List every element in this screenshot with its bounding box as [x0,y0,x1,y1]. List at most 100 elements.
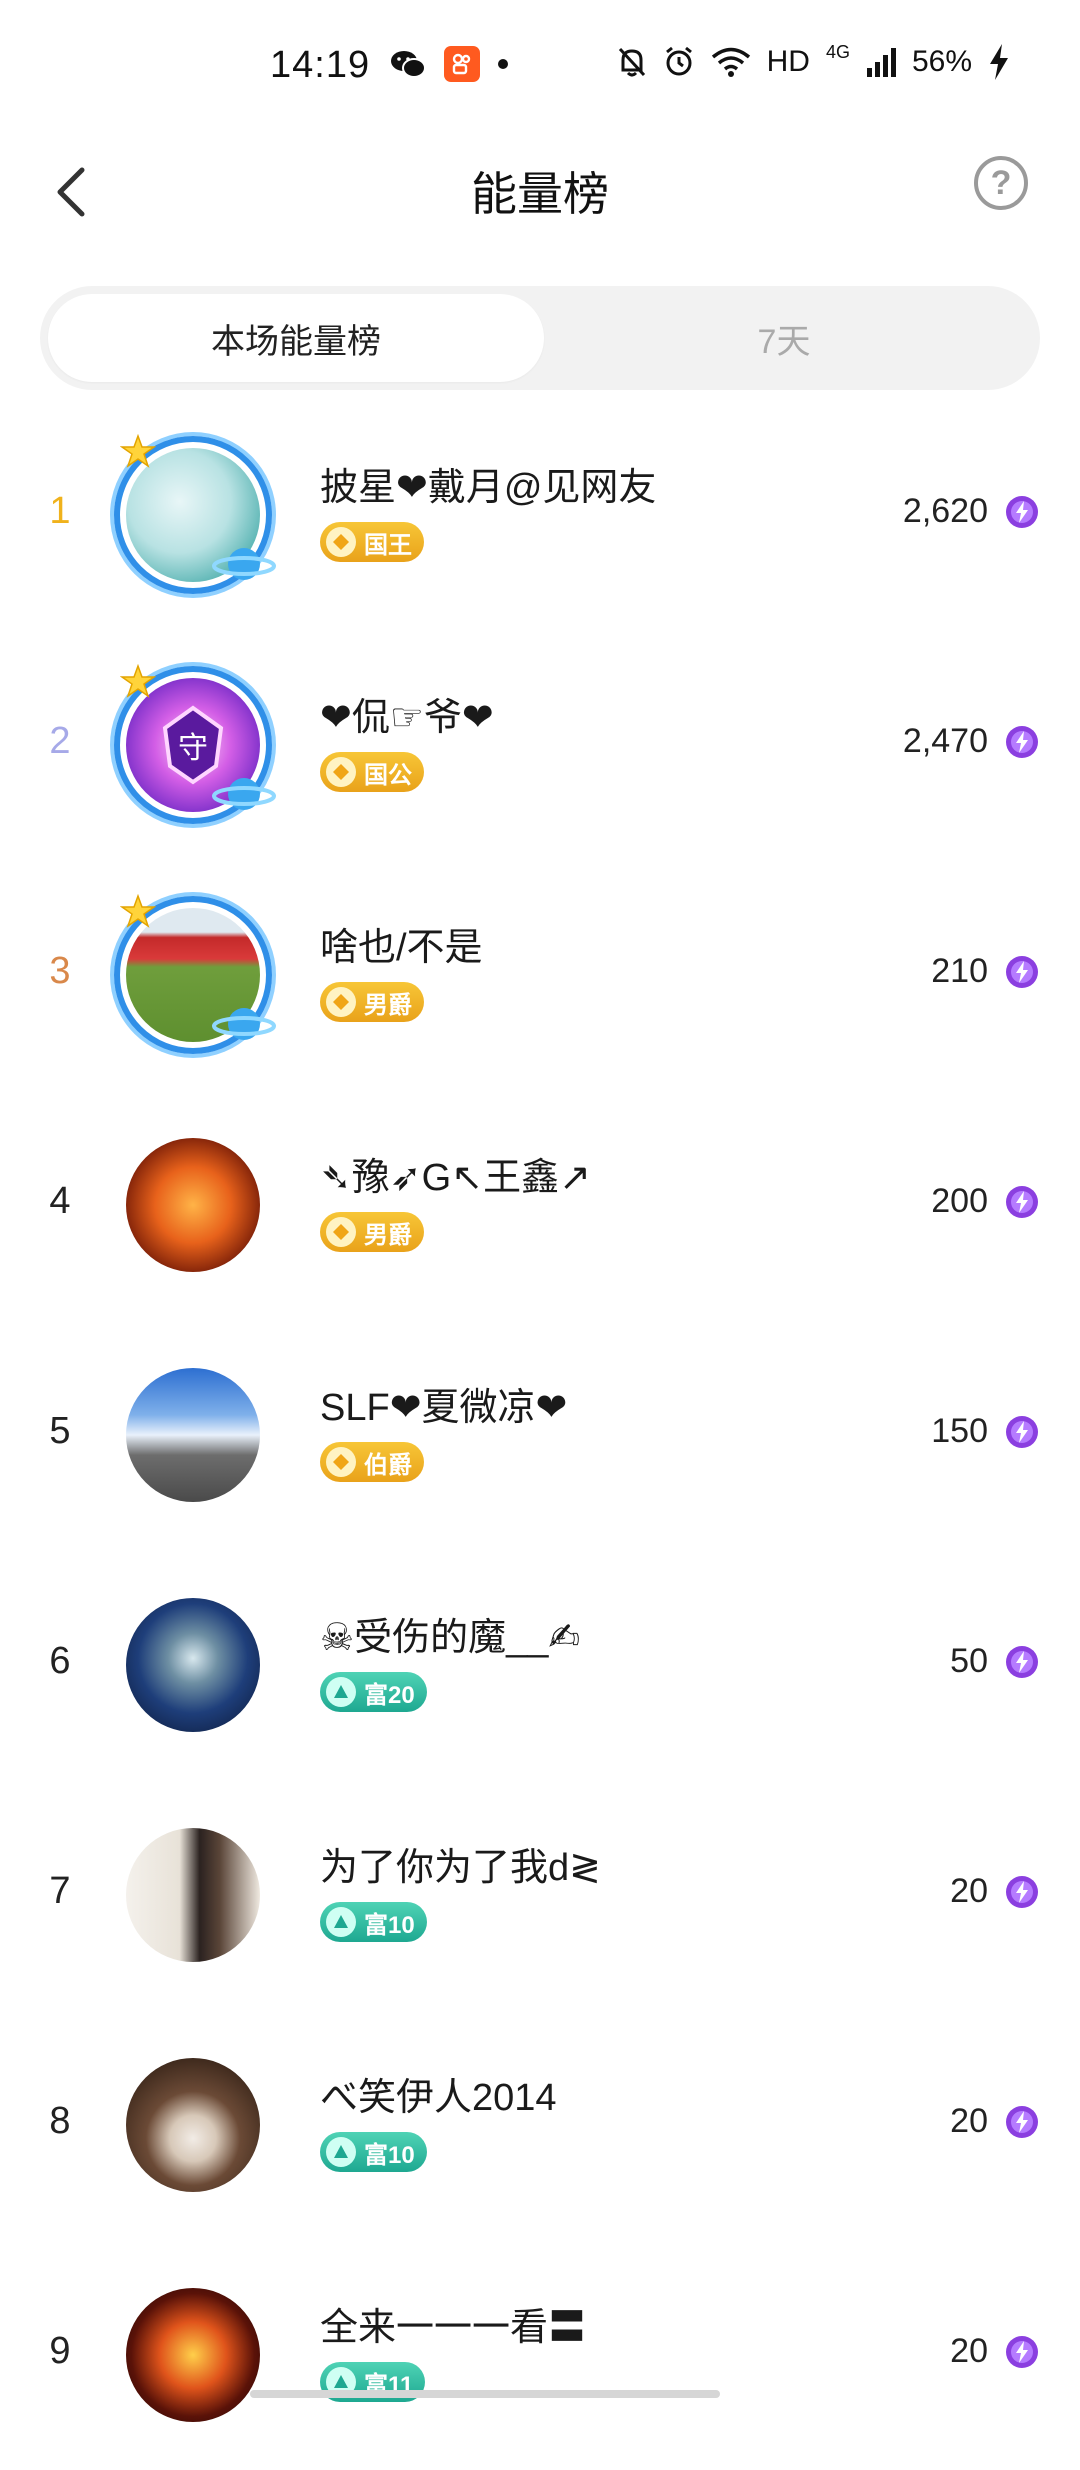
rank-number: 1 [49,490,71,532]
level-badge: 男爵 [320,982,424,1022]
badge-label: 伯爵 [364,1451,412,1479]
kuaishou-app-icon [444,46,480,82]
avatar[interactable] [108,1580,278,1750]
alarm-icon [665,46,692,76]
triangle-icon [326,1677,356,1707]
question-mark-icon: ? [990,163,1012,202]
badge-label: 国王 [364,531,412,559]
diamond-icon [326,987,356,1017]
avatar-image [126,2288,260,2422]
ranking-row[interactable]: 4 ➴豫➶G↖王鑫↗ 男爵 200 [0,1090,1080,1320]
username: ☠受伤的魔__✍ [320,1617,581,1659]
wifi-icon [711,47,750,77]
badge-label: 富10 [364,1911,415,1939]
username: べ笑伊人2014 [320,2077,557,2119]
tab-7-days[interactable]: 7天 [536,294,1032,382]
star-icon [120,894,156,928]
signal-icon [866,48,896,77]
username: 啥也/不是 [320,927,483,969]
charging-icon [990,44,1008,80]
badge-label: 富20 [364,1681,415,1709]
avatar-image [126,1138,260,1272]
star-icon [120,434,156,468]
star-icon [120,664,156,698]
avatar[interactable] [108,430,278,600]
energy-score: 50 [950,1642,988,1680]
energy-score: 210 [931,952,988,990]
username: SLF❤夏微凉❤ [320,1387,568,1429]
energy-icon [1006,496,1038,528]
ranking-row[interactable]: 8 べ笑伊人2014 富10 20 [0,2010,1080,2240]
badge-label: 国公 [364,761,412,789]
planet-icon [212,1008,276,1040]
wechat-icon [391,51,426,78]
wealth-badge: 富10 [320,1902,427,1942]
ranking-row[interactable]: 5 SLF❤夏微凉❤ 伯爵 150 [0,1320,1080,1550]
network-type: 4G [825,41,850,62]
ranking-row[interactable]: 1 披星❤戴月@见网友 国王 2,620 [0,400,1080,630]
energy-score: 2,470 [902,722,988,760]
level-badge: 国王 [320,522,424,562]
avatar-image [126,1828,260,1962]
ranking-tabs: 本场能量榜 7天 [40,286,1040,390]
avatar-image [126,2058,260,2192]
avatar[interactable]: 守 [108,660,278,830]
ranking-row[interactable]: 7 为了你为了我d≷ 富10 20 [0,1780,1080,2010]
diamond-icon [326,757,356,787]
avatar[interactable] [108,890,278,1060]
help-button[interactable]: ? [974,156,1028,210]
triangle-icon [326,2137,356,2167]
avatar[interactable] [108,1350,278,1520]
wealth-badge: 富10 [320,2132,427,2172]
badge-label: 男爵 [364,991,412,1019]
battery-percent: 56% [911,45,972,78]
diamond-icon [326,1447,356,1477]
username: ➴豫➶G↖王鑫↗ [320,1157,591,1199]
triangle-icon [326,1907,356,1937]
energy-icon [1006,956,1038,988]
rank-number: 9 [49,2330,71,2372]
notification-dot-icon [498,59,508,69]
level-badge: 男爵 [320,1212,424,1252]
wealth-badge: 富20 [320,1672,427,1712]
energy-icon [1006,2106,1038,2138]
rank-number: 2 [49,720,71,762]
top-bar: 能量榜 ? [0,140,1080,260]
planet-icon [212,548,276,580]
avatar[interactable] [108,1120,278,1290]
energy-score: 150 [931,1412,988,1450]
mute-bell-icon [618,47,645,77]
hd-indicator: HD [766,45,810,78]
username: ❤侃☞爷❤ [320,697,494,739]
planet-icon [212,778,276,810]
home-indicator [250,2390,720,2398]
tab-current-session[interactable]: 本场能量榜 [48,294,544,382]
avatar[interactable] [108,2270,278,2440]
status-bar: 14:19 HD 4G 56% [0,0,1080,140]
rank-number: 8 [49,2100,71,2142]
diamond-icon [326,527,356,557]
ranking-row[interactable]: 6 ☠受伤的魔__✍ 富20 50 [0,1550,1080,1780]
energy-icon [1006,1876,1038,1908]
avatar[interactable] [108,2040,278,2210]
badge-label: 男爵 [364,1221,412,1249]
status-time: 14:19 [270,44,371,86]
energy-score: 20 [950,2102,988,2140]
level-badge: 国公 [320,752,424,792]
status-system-icons: HD 4G 56% [617,41,1010,80]
username: 披星❤戴月@见网友 [320,467,657,509]
ranking-row[interactable]: 9 全来一一一看〓 富11 20 [0,2240,1080,2470]
energy-icon [1006,2336,1038,2368]
avatar[interactable] [108,1810,278,1980]
username: 为了你为了我d≷ [320,1847,601,1889]
energy-icon [1006,1416,1038,1448]
energy-icon [1006,726,1038,758]
ranking-row[interactable]: 2 守 ❤侃☞爷❤ 国公 2,470 [0,630,1080,860]
badge-label: 富10 [364,2141,415,2169]
rank-number: 6 [49,1640,71,1682]
ranking-list: 1 披星❤戴月@见网友 国王 2,620 2 守 ❤侃☞爷❤ 国公 2,470 … [0,400,1080,2470]
username: 全来一一一看〓 [320,2307,587,2349]
rank-number: 7 [49,1870,71,1912]
ranking-row[interactable]: 3 啥也/不是 男爵 210 [0,860,1080,1090]
energy-score: 20 [950,1872,988,1910]
